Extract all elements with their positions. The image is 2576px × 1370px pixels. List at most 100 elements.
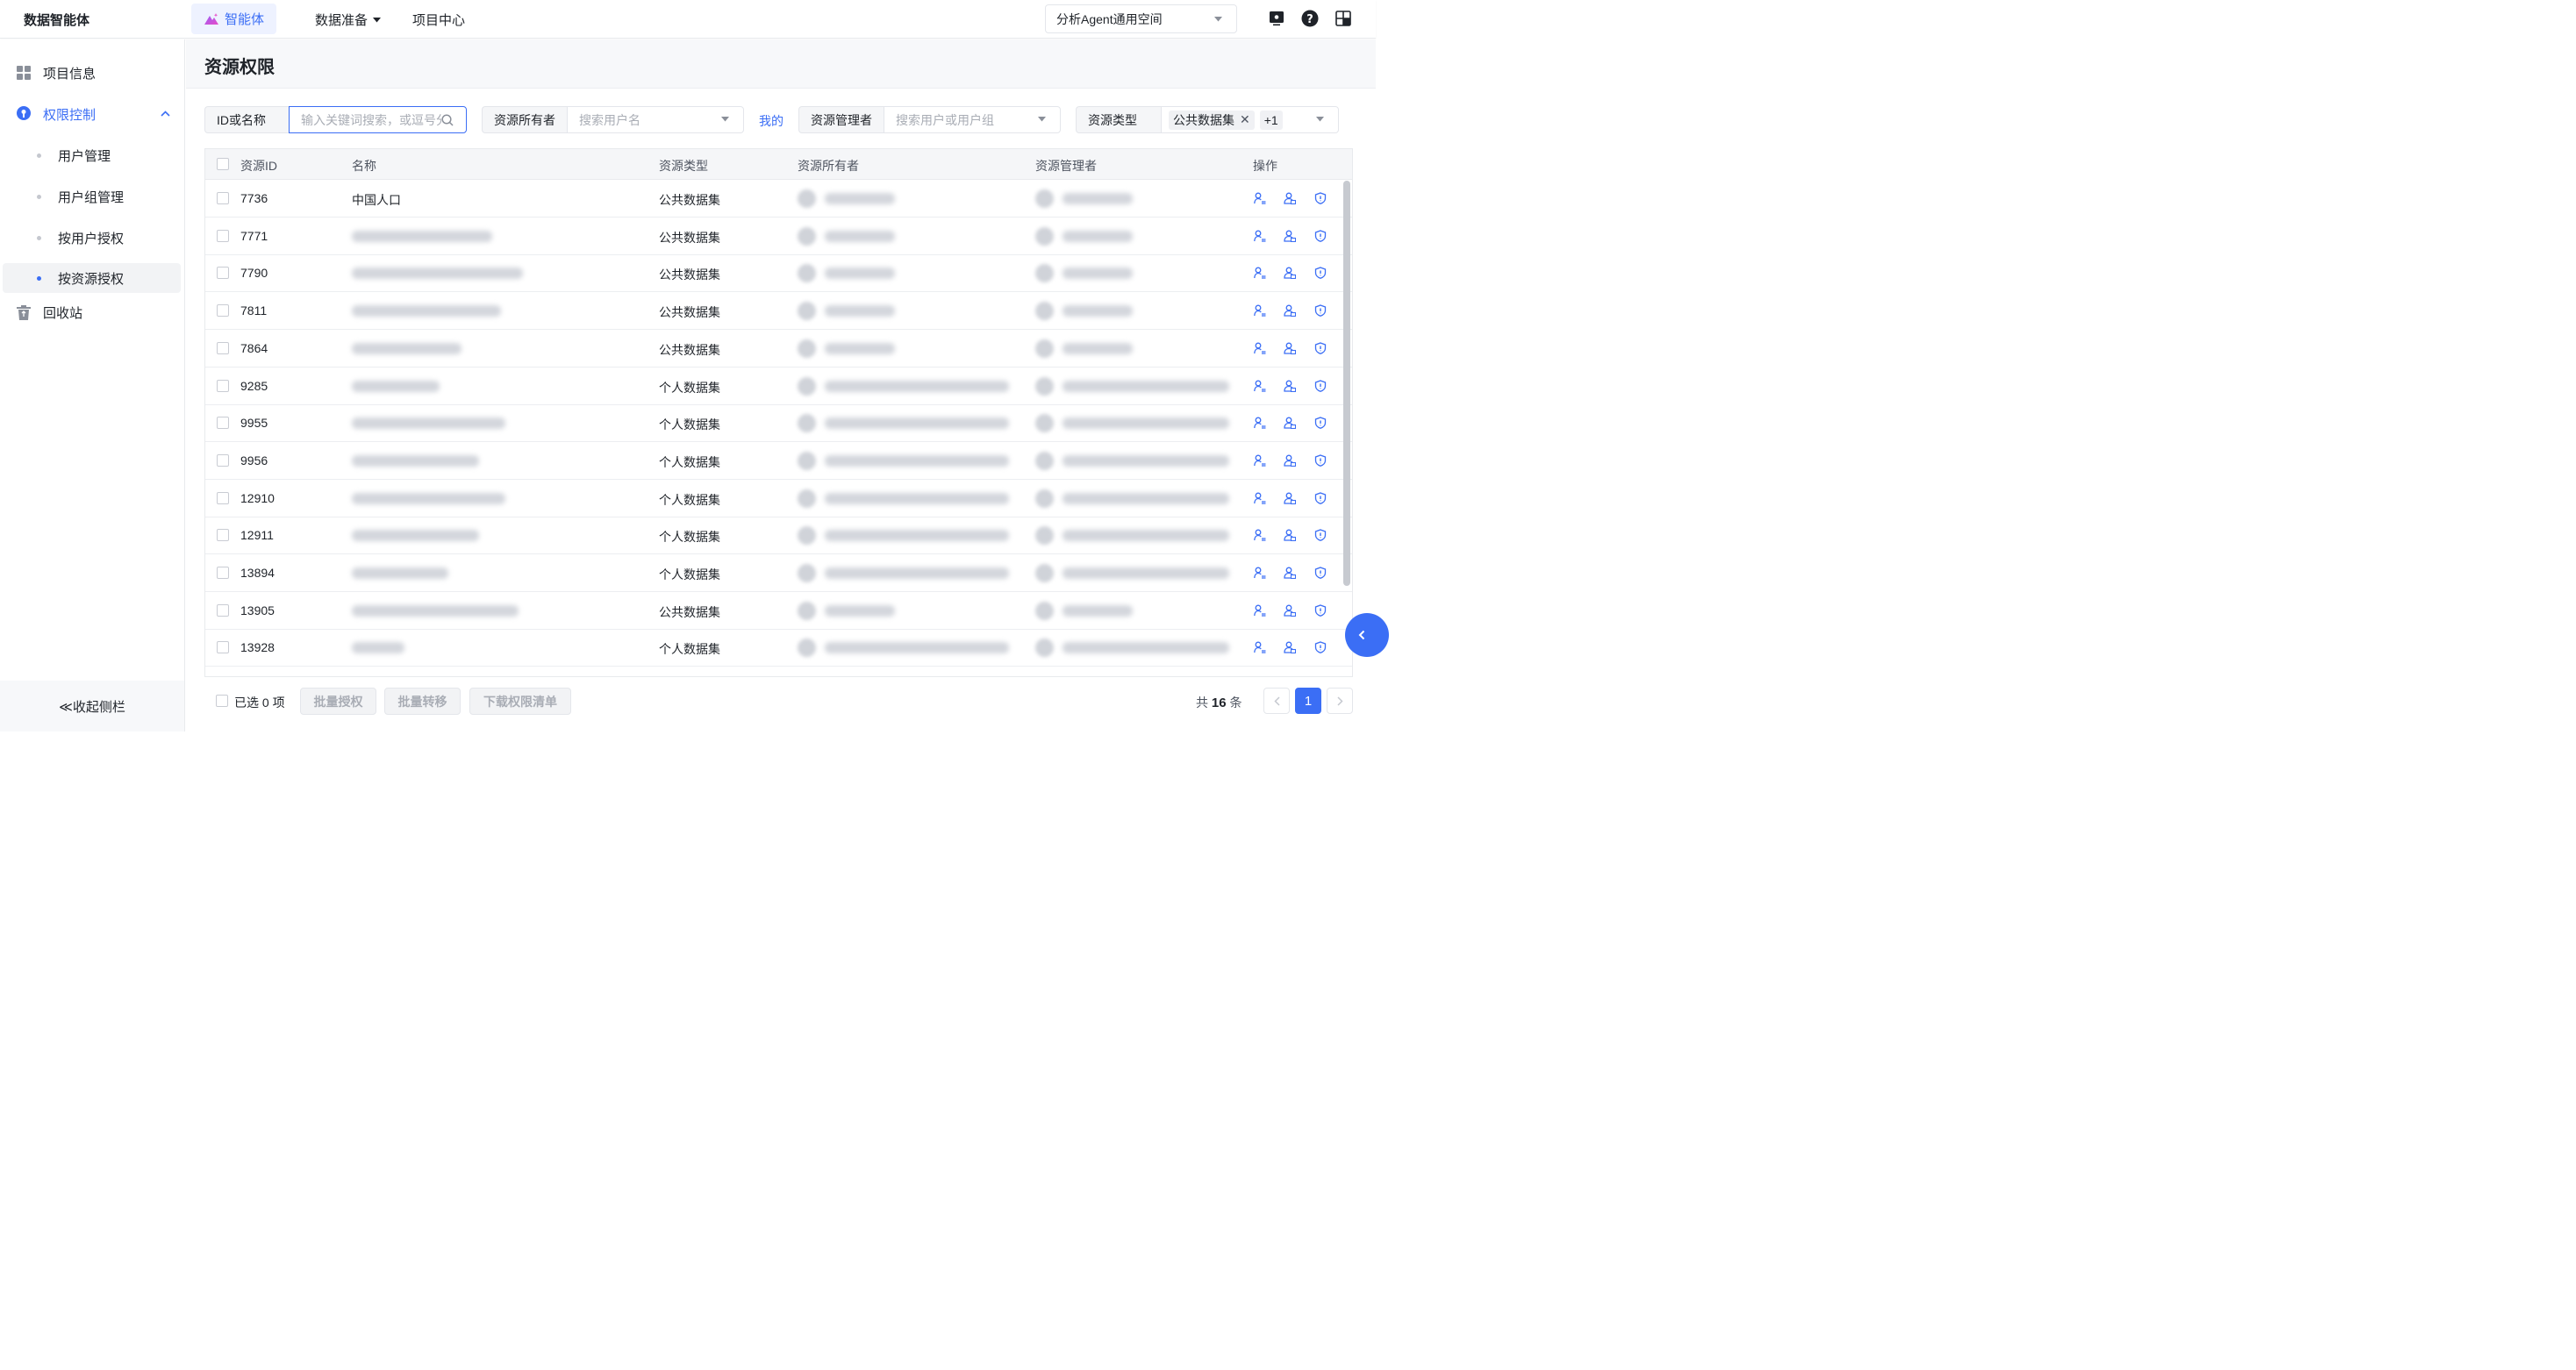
user-group-icon[interactable] (1283, 640, 1297, 654)
user-edit-icon[interactable] (1253, 491, 1267, 505)
sidebar-sub-grant-by-user[interactable]: 按用户授权 (3, 223, 181, 253)
user-group-icon[interactable] (1283, 341, 1297, 355)
shield-icon[interactable] (1313, 566, 1327, 580)
shield-icon[interactable] (1313, 640, 1327, 654)
row-checkbox[interactable] (217, 379, 229, 392)
table-row[interactable]: 9955 个人数据集 (205, 404, 1352, 443)
shield-icon[interactable] (1313, 303, 1327, 318)
manager-search-select[interactable]: 搜索用户或用户组 (884, 106, 1061, 133)
table-row[interactable]: 7811 公共数据集 (205, 292, 1352, 331)
row-checkbox[interactable] (217, 417, 229, 430)
shield-icon[interactable] (1313, 491, 1327, 505)
user-group-icon[interactable] (1283, 229, 1297, 243)
sidebar-item-project-info[interactable]: 项目信息 (0, 58, 185, 88)
table-row[interactable]: 9956 个人数据集 (205, 442, 1352, 480)
user-group-icon[interactable] (1283, 603, 1297, 617)
table-row[interactable]: 12910 个人数据集 (205, 480, 1352, 517)
user-group-icon[interactable] (1283, 491, 1297, 505)
table-row[interactable]: 9285 个人数据集 (205, 367, 1352, 405)
row-checkbox[interactable] (217, 453, 229, 467)
user-edit-icon[interactable] (1253, 303, 1267, 318)
user-group-icon[interactable] (1283, 416, 1297, 430)
close-icon[interactable]: ✕ (1240, 112, 1250, 127)
user-edit-icon[interactable] (1253, 379, 1267, 393)
collapse-sidebar-button[interactable]: ≪收起侧栏 (0, 681, 184, 731)
user-edit-icon[interactable] (1253, 640, 1267, 654)
user-edit-icon[interactable] (1253, 341, 1267, 355)
user-group-icon[interactable] (1283, 528, 1297, 542)
row-checkbox[interactable] (217, 491, 229, 504)
shield-icon[interactable] (1313, 416, 1327, 430)
shield-icon[interactable] (1313, 229, 1327, 243)
sidebar-sub-user-mgmt[interactable]: 用户管理 (3, 140, 181, 170)
prev-page-button[interactable] (1263, 688, 1290, 714)
batch-transfer-button[interactable]: 批量转移 (384, 688, 461, 715)
table-row[interactable]: 7736 中国人口 公共数据集 (205, 180, 1352, 218)
row-checkbox[interactable] (217, 192, 229, 204)
shield-icon[interactable] (1313, 453, 1327, 467)
row-checkbox[interactable] (217, 267, 229, 280)
table-row[interactable]: 7864 公共数据集 (205, 330, 1352, 367)
sidebar-sub-grant-by-resource[interactable]: 按资源授权 (3, 263, 181, 293)
manager-avatar (1035, 564, 1054, 582)
user-edit-icon[interactable] (1253, 453, 1267, 467)
user-edit-icon[interactable] (1253, 191, 1267, 205)
row-checkbox[interactable] (217, 341, 229, 354)
table-row[interactable]: 13905 公共数据集 (205, 592, 1352, 630)
user-edit-icon[interactable] (1253, 566, 1267, 580)
resource-type-select[interactable]: 公共数据集 ✕ +1 (1161, 106, 1339, 133)
shield-icon[interactable] (1313, 191, 1327, 205)
row-checkbox[interactable] (217, 304, 229, 318)
scrollbar-thumb[interactable] (1343, 181, 1350, 586)
shield-icon[interactable] (1313, 266, 1327, 280)
row-checkbox[interactable] (217, 641, 229, 654)
table-scrollbar[interactable] (1343, 181, 1350, 676)
user-group-icon[interactable] (1283, 453, 1297, 467)
shield-icon[interactable] (1313, 603, 1327, 617)
table-row[interactable]: 13928 个人数据集 (205, 629, 1352, 667)
user-group-icon[interactable] (1283, 191, 1297, 205)
user-group-icon[interactable] (1283, 303, 1297, 318)
sidebar-item-permission[interactable]: 权限控制 (0, 99, 185, 129)
user-group-icon[interactable] (1283, 266, 1297, 280)
user-edit-icon[interactable] (1253, 229, 1267, 243)
row-checkbox[interactable] (217, 529, 229, 542)
table-row[interactable]: 13894 个人数据集 (205, 554, 1352, 592)
user-edit-icon[interactable] (1253, 416, 1267, 430)
user-edit-icon[interactable] (1253, 528, 1267, 542)
shield-icon[interactable] (1313, 379, 1327, 393)
layout-icon[interactable] (1335, 10, 1352, 27)
table-row[interactable]: 7790 公共数据集 (205, 254, 1352, 293)
nav-agent-tab[interactable]: 智能体 (191, 4, 276, 34)
user-group-icon[interactable] (1283, 566, 1297, 580)
shield-icon[interactable] (1313, 341, 1327, 355)
sidebar-item-recycle-bin[interactable]: 回收站 (0, 297, 185, 327)
table-row[interactable]: 12911 个人数据集 (205, 517, 1352, 555)
expand-panel-button[interactable] (1345, 613, 1389, 657)
page-1-button[interactable]: 1 (1295, 688, 1321, 714)
owner-search-select[interactable]: 搜索用户名 (567, 106, 744, 133)
screen-icon[interactable] (1268, 10, 1285, 27)
help-icon[interactable]: ? (1301, 10, 1319, 27)
id-name-search-input[interactable]: 输入关键词搜索，或逗号分 (289, 106, 467, 133)
row-checkbox[interactable] (217, 229, 229, 242)
download-permission-list-button[interactable]: 下载权限清单 (469, 688, 571, 715)
user-edit-icon[interactable] (1253, 603, 1267, 617)
row-checkbox[interactable] (217, 603, 229, 617)
user-edit-icon[interactable] (1253, 266, 1267, 280)
cell-name[interactable]: 中国人口 (352, 191, 401, 209)
my-filter-link[interactable]: 我的 (759, 112, 784, 130)
next-page-button[interactable] (1327, 688, 1353, 714)
select-all-checkbox[interactable] (217, 158, 229, 170)
table-row[interactable]: 7771 公共数据集 (205, 218, 1352, 255)
space-select[interactable]: 分析Agent通用空间 (1045, 4, 1237, 33)
nav-data-prep[interactable]: 数据准备 (315, 11, 382, 29)
nav-project-center[interactable]: 项目中心 (412, 11, 465, 29)
filter-type: 资源类型 公共数据集 ✕ +1 (1076, 106, 1339, 133)
row-checkbox[interactable] (217, 567, 229, 579)
user-group-icon[interactable] (1283, 379, 1297, 393)
footer-select-checkbox[interactable] (216, 695, 228, 707)
sidebar-sub-group-mgmt[interactable]: 用户组管理 (3, 182, 181, 211)
batch-grant-button[interactable]: 批量授权 (300, 688, 376, 715)
shield-icon[interactable] (1313, 528, 1327, 542)
